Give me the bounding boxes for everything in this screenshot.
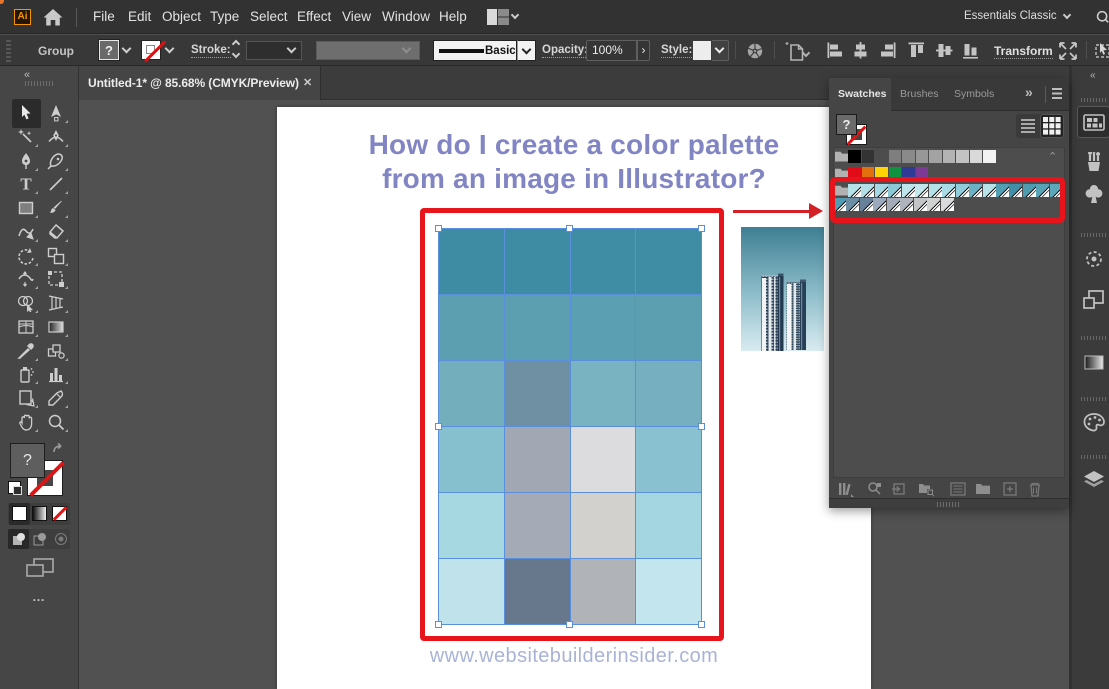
svg-text:T: T (20, 175, 32, 193)
